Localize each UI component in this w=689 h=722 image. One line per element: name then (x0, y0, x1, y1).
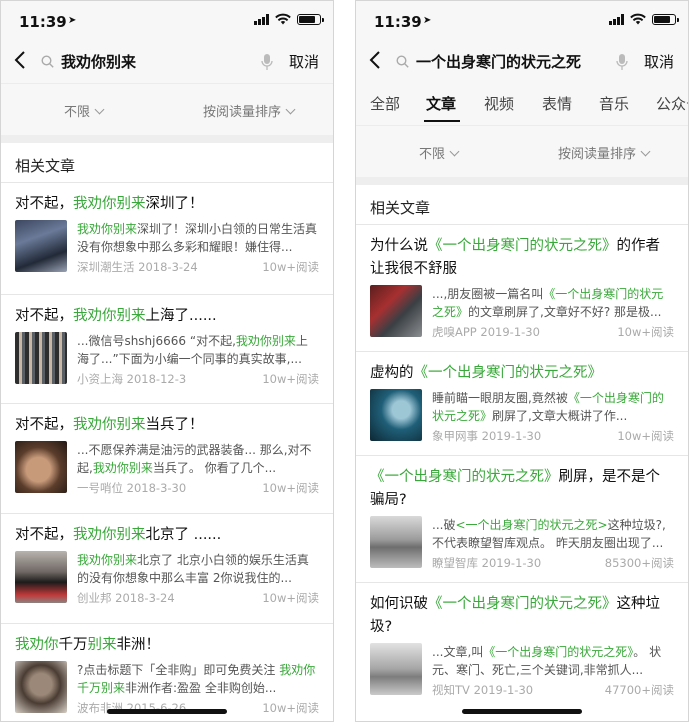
cancel-button[interactable]: 取消 (289, 51, 319, 72)
home-indicator (107, 709, 227, 714)
article-thumbnail (15, 220, 67, 272)
article-item[interactable]: 《一个出身寒门的状元之死》刷屏，是不是个骗局? ...破<一个出身寒门的状元之死… (356, 455, 688, 582)
home-indicator (462, 709, 582, 714)
article-meta: 创业邦 2018-3-24 10w+阅读 (77, 591, 319, 605)
article-item[interactable]: 对不起，我劝你别来当兵了！ ...不愿保养满是油污的武器装备... 那么,对不起… (1, 403, 333, 513)
article-meta: 虎嗅APP 2019-1-30 10w+阅读 (432, 325, 674, 339)
status-time: 11:39 (374, 13, 422, 31)
search-bar: 一个出身寒门的状元之死 取消 (356, 39, 688, 83)
tab-articles[interactable]: 文章 (426, 93, 456, 114)
article-meta: 一号哨位 2018-3-30 10w+阅读 (77, 481, 319, 495)
section-title: 相关文章 (1, 135, 333, 182)
article-snippet: ?点击标题下「全非购」即可免费关注 我劝你千万别来非洲作者:盈盈 全非购创始..… (77, 663, 316, 695)
phone-screen-right: 11:39 ➤ 一个出身寒门的状元之死 取消 全部 文章 视频 表情 音乐 公众… (355, 0, 689, 722)
tab-all[interactable]: 全部 (370, 93, 400, 114)
status-bar: 11:39 ➤ (356, 1, 688, 39)
filter-bar: 不限 按阅读量排序 (356, 125, 688, 177)
search-icon (41, 55, 54, 68)
battery-icon (297, 13, 324, 25)
range-filter-dropdown[interactable]: 不限 (419, 143, 460, 162)
article-title: 对不起，我劝你别来上海了...... (15, 308, 217, 324)
search-input[interactable]: 一个出身寒门的状元之死 (416, 51, 581, 72)
article-meta: 视知TV 2019-1-30 47700+阅读 (432, 683, 674, 697)
article-item[interactable]: 对不起，我劝你别来深圳了！ 我劝你别来深圳了！深圳小白领的日常生活真没有你想象中… (1, 182, 333, 294)
article-title: 《一个出身寒门的状元之死》刷屏，是不是个骗局? (370, 469, 660, 508)
active-tab-indicator (424, 120, 460, 122)
article-snippet: ...文章,叫《一个出身寒门的状元之死》。 状元、寒门、死亡,三个关键词,非常抓… (432, 645, 662, 677)
chevron-down-icon (285, 104, 296, 115)
tab-stickers[interactable]: 表情 (542, 93, 572, 114)
chevron-down-icon (94, 104, 105, 115)
article-meta: 小资上海 2018-12-3 10w+阅读 (77, 372, 319, 386)
filter-bar: 不限 按阅读量排序 (1, 83, 333, 135)
article-item[interactable]: 虚构的《一个出身寒门的状元之死》 睡前瞄一眼朋友圈,竟然被《一个出身寒门的状元之… (356, 351, 688, 455)
status-bar: 11:39 ➤ (1, 1, 333, 39)
article-title: 为什么说《一个出身寒门的状元之死》的作者让我很不舒服 (370, 238, 660, 277)
article-snippet: ...微信号shshj6666 “对不起,我劝你别来上海了...”下面为小编一个… (77, 334, 308, 366)
article-title: 对不起，我劝你别来当兵了！ (15, 417, 204, 433)
chevron-down-icon (449, 146, 460, 157)
article-meta: 象甲网事 2019-1-30 10w+阅读 (432, 429, 674, 443)
article-item[interactable]: 为什么说《一个出身寒门的状元之死》的作者让我很不舒服 ...,朋友圈被一篇名叫《… (356, 224, 688, 351)
tab-music[interactable]: 音乐 (599, 93, 629, 114)
status-time: 11:39 (19, 13, 67, 31)
article-title: 我劝你千万别来非洲！ (15, 637, 160, 653)
article-item[interactable]: 对不起，我劝你别来北京了 ...... 我劝你别来北京了 北京小白领的娱乐生活真… (1, 513, 333, 623)
article-thumbnail (15, 661, 67, 713)
article-snippet: ...不愿保养满是油污的武器装备... 那么,对不起,我劝你别来当兵了。 你看了… (77, 443, 312, 475)
article-title: 如何识破《一个出身寒门的状元之死》这种垃圾? (370, 596, 660, 635)
microphone-icon[interactable] (616, 53, 628, 71)
wifi-icon (275, 13, 291, 25)
search-input[interactable]: 我劝你别来 (61, 51, 136, 72)
article-thumbnail (15, 441, 67, 493)
range-filter-dropdown[interactable]: 不限 (64, 101, 105, 120)
category-tabs: 全部 文章 视频 表情 音乐 公众号 (356, 83, 688, 125)
cancel-button[interactable]: 取消 (644, 51, 674, 72)
sort-filter-dropdown[interactable]: 按阅读量排序 (558, 143, 651, 162)
article-meta: 瞭望智库 2019-1-30 85300+阅读 (432, 556, 674, 570)
search-bar: 我劝你别来 取消 (1, 39, 333, 83)
article-snippet: 睡前瞄一眼朋友圈,竟然被《一个出身寒门的状元之死》刷屏了,文章大概讲了作... (432, 391, 664, 423)
article-thumbnail (370, 285, 422, 337)
chevron-down-icon (640, 146, 651, 157)
article-item[interactable]: 我劝你千万别来非洲！ ?点击标题下「全非购」即可免费关注 我劝你千万别来非洲作者… (1, 623, 333, 721)
article-title: 对不起，我劝你别来北京了 ...... (15, 527, 222, 543)
article-snippet: 我劝你别来深圳了！深圳小白领的日常生活真没有你想象中那么多彩和耀眼！嫌住得... (77, 222, 318, 254)
tab-official-accounts[interactable]: 公众号 (656, 93, 688, 114)
article-snippet: 我劝你别来北京了 北京小白领的娱乐生活真的没有你想象中那么丰富 2你说我住的..… (77, 553, 309, 585)
phone-screen-left: 11:39 ➤ 我劝你别来 取消 不限 按阅读量排序 相关文章 对不起，我劝你别… (0, 0, 334, 722)
location-arrow-icon: ➤ (68, 15, 77, 26)
article-snippet: ...,朋友圈被一篇名叫《一个出身寒门的状元之死》的文章刷屏了,文章好不好? 那… (432, 287, 664, 319)
back-arrow-icon[interactable] (11, 49, 31, 71)
cellular-signal-icon (254, 13, 269, 25)
article-meta: 深圳潮生活 2018-3-24 10w+阅读 (77, 260, 319, 274)
article-item[interactable]: 对不起，我劝你别来上海了...... ...微信号shshj6666 “对不起,… (1, 294, 333, 403)
article-snippet: ...破<一个出身寒门的状元之死>这种垃圾?, 不代表瞭望智库观点。 昨天朋友圈… (432, 518, 666, 550)
wifi-icon (630, 13, 646, 25)
article-thumbnail (15, 551, 67, 603)
article-thumbnail (370, 389, 422, 441)
sort-filter-dropdown[interactable]: 按阅读量排序 (203, 101, 296, 120)
location-arrow-icon: ➤ (423, 15, 432, 26)
article-thumbnail (370, 643, 422, 695)
article-thumbnail (15, 332, 67, 384)
section-title: 相关文章 (356, 177, 688, 224)
article-title: 虚构的《一个出身寒门的状元之死》 (370, 365, 602, 381)
article-thumbnail (370, 516, 422, 568)
cellular-signal-icon (609, 13, 624, 25)
tab-videos[interactable]: 视频 (484, 93, 514, 114)
microphone-icon[interactable] (261, 53, 273, 71)
article-title: 对不起，我劝你别来深圳了！ (15, 196, 204, 212)
back-arrow-icon[interactable] (366, 49, 386, 71)
article-item[interactable]: 如何识破《一个出身寒门的状元之死》这种垃圾? ...文章,叫《一个出身寒门的状元… (356, 582, 688, 709)
search-icon (396, 55, 409, 68)
battery-icon (652, 13, 679, 25)
